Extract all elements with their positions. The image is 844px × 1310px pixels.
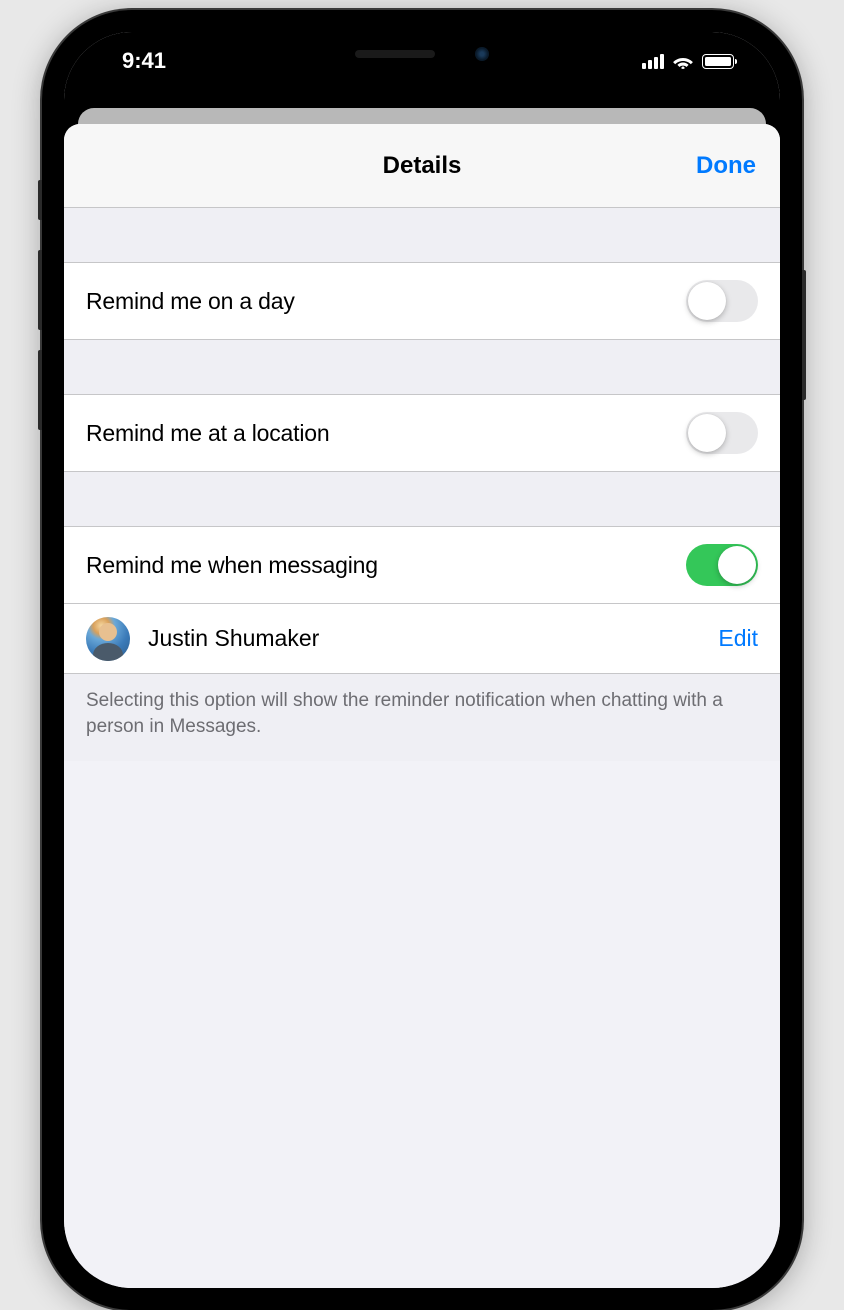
remind-location-toggle[interactable] <box>686 412 758 454</box>
section-spacer <box>64 208 780 262</box>
wifi-icon <box>672 53 694 69</box>
status-time: 9:41 <box>122 48 166 74</box>
screen: 9:41 <box>64 32 780 1288</box>
section-spacer <box>64 472 780 526</box>
remind-location-label: Remind me at a location <box>86 420 329 447</box>
remind-day-label: Remind me on a day <box>86 288 295 315</box>
remind-day-toggle[interactable] <box>686 280 758 322</box>
remind-messaging-toggle[interactable] <box>686 544 758 586</box>
edit-contact-button[interactable]: Edit <box>718 625 758 652</box>
done-button[interactable]: Done <box>696 152 756 180</box>
status-indicators <box>642 53 734 69</box>
section-spacer <box>64 340 780 394</box>
volume-down-button <box>38 350 42 430</box>
cellular-signal-icon <box>642 53 664 69</box>
contact-row[interactable]: Justin Shumaker Edit <box>64 604 780 674</box>
front-camera <box>475 47 489 61</box>
power-button <box>802 270 806 400</box>
phone-frame: 9:41 <box>42 10 802 1310</box>
remind-messaging-label: Remind me when messaging <box>86 552 378 579</box>
mute-switch <box>38 180 42 220</box>
remind-location-row[interactable]: Remind me at a location <box>64 394 780 472</box>
remind-messaging-row[interactable]: Remind me when messaging <box>64 526 780 604</box>
speaker-grille <box>355 50 435 58</box>
battery-icon <box>702 54 734 69</box>
remind-day-row[interactable]: Remind me on a day <box>64 262 780 340</box>
volume-up-button <box>38 250 42 330</box>
settings-list: Remind me on a day Remind me at a locati… <box>64 208 780 761</box>
contact-name: Justin Shumaker <box>148 625 700 652</box>
nav-bar: Details Done <box>64 124 780 208</box>
contact-avatar <box>86 617 130 661</box>
details-sheet: Details Done Remind me on a day Remind m… <box>64 124 780 1288</box>
notch <box>262 32 582 76</box>
nav-title: Details <box>383 152 462 180</box>
section-footer: Selecting this option will show the remi… <box>64 674 780 761</box>
